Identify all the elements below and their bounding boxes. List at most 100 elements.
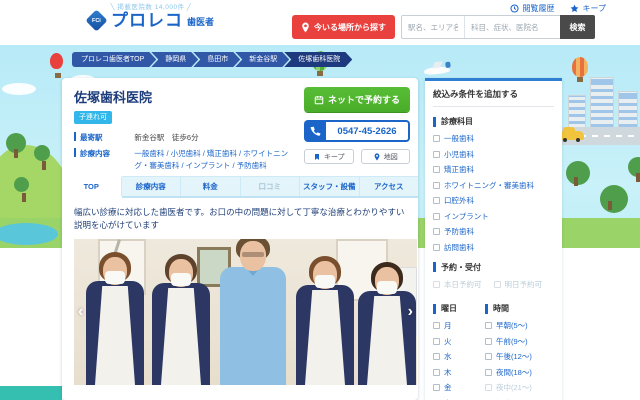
station-label: 最寄駅 (74, 132, 134, 143)
breadcrumb-station[interactable]: 新金谷駅 (235, 52, 289, 67)
logo-text-main: プロレコ (111, 11, 183, 30)
tree (566, 161, 590, 186)
feature-badge: 子連れ可 (74, 110, 112, 124)
location-pin-icon (302, 22, 309, 32)
red-balloon (50, 53, 63, 78)
staff-member (358, 261, 416, 385)
station-value: 新金谷駅 徒歩6分 (134, 133, 199, 142)
checkbox (433, 197, 440, 204)
phone-number[interactable]: 0547-45-2626 (304, 120, 410, 142)
filter-day-tue[interactable]: 火 (433, 336, 485, 347)
filter-day-mon[interactable]: 月 (433, 320, 485, 331)
tab-access[interactable]: アクセス (360, 177, 419, 196)
staff-member (296, 255, 354, 385)
checkbox (433, 243, 440, 251)
station-row: 最寄駅 新金谷駅 徒歩6分 (74, 132, 302, 143)
services-value[interactable]: 一般歯科 / 小児歯科 / 矯正歯科 / ホワイトニング・審美歯科 / インプラ… (134, 148, 302, 171)
checkbox (485, 368, 492, 376)
yellow-car (560, 127, 584, 142)
filter-time-evening[interactable]: 夜間(18〜) (485, 367, 554, 378)
checkbox (485, 322, 492, 329)
filter-time-morning[interactable]: 午前(9〜) (485, 336, 554, 347)
map-button[interactable]: 地図 (360, 149, 410, 164)
photo-prev-arrow[interactable]: ‹ (78, 303, 83, 321)
filter-pediatric-dentistry[interactable]: 小児歯科 (433, 149, 554, 160)
breadcrumb-current: 佐塚歯科医院 (284, 52, 352, 67)
filter-general-dentistry[interactable]: 一般歯科 (433, 133, 554, 144)
tab-price[interactable]: 料金 (181, 176, 241, 196)
department-heading: 診療科目 (433, 116, 554, 127)
filter-reserve-tomorrow: 明日予約可 (493, 279, 555, 290)
keep-link[interactable]: キープ (570, 3, 606, 14)
airplane-icon (423, 65, 451, 76)
filter-oral-surgery[interactable]: 口腔外科 (433, 195, 554, 206)
services-label: 診療内容 (74, 148, 134, 171)
page: 掲載医院数 14,000件 FCi プロレコ 歯医者 閲覧履歴 キープ 今いる場… (0, 0, 640, 400)
dentist (220, 238, 286, 385)
logo-text-sub: 歯医者 (187, 17, 215, 27)
online-reserve-button[interactable]: ネットで予約する (304, 87, 410, 112)
clinic-photo: ‹ › (74, 238, 417, 385)
breadcrumb-city[interactable]: 島田市 (193, 52, 240, 67)
checkbox (433, 228, 440, 235)
map-pin-icon (374, 152, 380, 161)
photo-next-arrow[interactable]: › (408, 303, 413, 321)
listing-count-badge: 掲載医院数 14,000件 (88, 1, 214, 11)
keep-button[interactable]: キープ (304, 149, 354, 164)
filter-reserve-today: 本日予約可 (433, 279, 494, 290)
calendar-icon (314, 95, 324, 104)
clinic-info-table: 最寄駅 新金谷駅 徒歩6分 診療内容 一般歯科 / 小児歯科 / 矯正歯科 / … (62, 128, 314, 171)
tab-services[interactable]: 診療内容 (122, 176, 181, 196)
tree (34, 145, 50, 170)
area-search-input[interactable] (402, 16, 464, 38)
contact-column: 0547-45-2626 キープ 地図 (304, 120, 410, 164)
staff-member (152, 253, 210, 385)
checkbox (433, 181, 440, 189)
tab-reviews: 口コミ (241, 176, 300, 196)
filter-time-afternoon[interactable]: 午後(12〜) (485, 351, 554, 362)
tree (600, 185, 628, 213)
tab-staff[interactable]: スタッフ・設備 (300, 176, 360, 196)
checkbox (433, 150, 440, 158)
tree (6, 133, 26, 158)
filter-preventive[interactable]: 予防歯科 (433, 226, 554, 237)
history-link[interactable]: 閲覧履歴 (510, 3, 554, 14)
reserve-heading: 予約・受付 (433, 262, 554, 273)
clock-icon (510, 4, 520, 13)
checkbox (433, 166, 440, 173)
checkbox (433, 353, 440, 360)
keyword-search-input[interactable] (464, 16, 560, 38)
footer-illustration-strip (0, 386, 62, 400)
checkbox (433, 280, 440, 288)
tab-top[interactable]: TOP (62, 175, 122, 196)
checkbox (433, 212, 440, 220)
tree (14, 177, 29, 202)
header-search: 今いる場所から探す 検索 (292, 15, 595, 39)
filter-whitening[interactable]: ホワイトニング・審美歯科 (433, 180, 554, 191)
filter-time-early[interactable]: 早朝(5〜) (485, 320, 554, 331)
day-heading: 曜日 (433, 303, 485, 314)
breadcrumb-top[interactable]: プロレコ歯医者TOP (72, 52, 156, 67)
checkbox (433, 368, 440, 376)
current-location-button[interactable]: 今いる場所から探す (292, 15, 395, 39)
star-icon (571, 4, 579, 13)
filter-day-thu[interactable]: 木 (433, 367, 485, 378)
filter-orthodontics[interactable]: 矯正歯科 (433, 164, 554, 175)
filter-day-wed[interactable]: 水 (433, 351, 485, 362)
site-header: 掲載医院数 14,000件 FCi プロレコ 歯医者 閲覧履歴 キープ 今いる場… (0, 0, 640, 45)
checkbox (433, 322, 440, 329)
checkbox (433, 135, 440, 142)
filter-visiting[interactable]: 訪問歯科 (433, 242, 554, 253)
breadcrumb-prefecture[interactable]: 静岡県 (151, 52, 198, 67)
search-button[interactable]: 検索 (560, 15, 595, 39)
filter-implant[interactable]: インプラント (433, 211, 554, 222)
tree (628, 157, 640, 182)
checkbox (485, 384, 492, 391)
checkbox (433, 384, 440, 391)
bookmark-icon (314, 153, 319, 160)
filter-day-fri[interactable]: 金 (433, 382, 485, 393)
filter-sidebar: 絞込み条件を追加する 診療科目 一般歯科 小児歯科 矯正歯科 ホワイトニング・審… (425, 78, 562, 400)
breadcrumb: プロレコ歯医者TOP 静岡県 島田市 新金谷駅 佐塚歯科医院 (72, 52, 352, 67)
site-logo[interactable]: 掲載医院数 14,000件 FCi プロレコ 歯医者 (85, 1, 215, 32)
logo-icon: FCi (85, 9, 108, 32)
